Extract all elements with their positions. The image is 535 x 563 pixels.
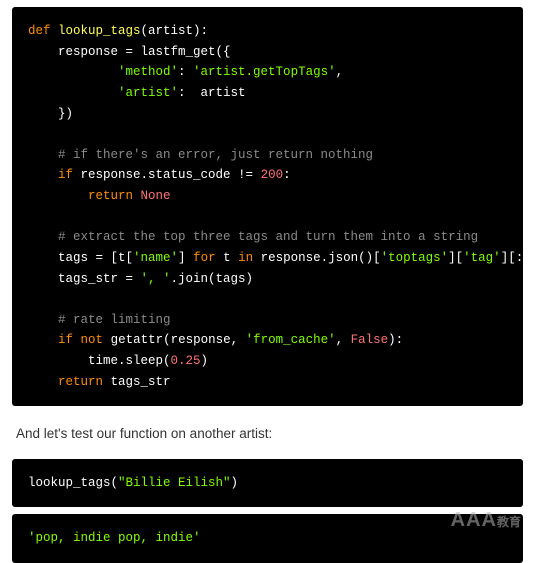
code-block-1: def lookup_tags(artist): response = last…	[12, 7, 523, 406]
string: 'artist'	[118, 86, 178, 100]
code-line: response = lastfm_get({	[28, 45, 231, 59]
keyword-for: for	[193, 251, 216, 265]
keyword-return: return	[88, 189, 133, 203]
code-line: })	[28, 107, 73, 121]
indent	[28, 65, 118, 79]
comment: # rate limiting	[28, 313, 171, 327]
keyword-in: in	[238, 251, 253, 265]
keyword-if: if	[58, 168, 73, 182]
comment: # extract the top three tags and turn th…	[28, 230, 478, 244]
number: 200	[261, 168, 284, 182]
string: 'artist.getTopTags'	[193, 65, 336, 79]
string: 'method'	[118, 65, 178, 79]
comment: # if there's an error, just return nothi…	[28, 148, 373, 162]
keyword-def: def	[28, 24, 51, 38]
function-name: lookup_tags	[58, 24, 141, 38]
prose-text: And let's test our function on another a…	[0, 413, 535, 451]
keyword-not: not	[81, 333, 104, 347]
output-string: 'pop, indie pop, indie'	[28, 531, 201, 545]
string-arg: "Billie Eilish"	[118, 476, 231, 490]
keyword-return: return	[58, 375, 103, 389]
const-false: False	[351, 333, 389, 347]
call: lookup_tags(	[28, 476, 118, 490]
params: (artist):	[141, 24, 209, 38]
keyword-if: if	[58, 333, 73, 347]
code-block-3-output: 'pop, indie pop, indie'	[12, 514, 523, 563]
space	[51, 24, 59, 38]
const-none: None	[141, 189, 171, 203]
code-block-2: lookup_tags("Billie Eilish")	[12, 459, 523, 508]
